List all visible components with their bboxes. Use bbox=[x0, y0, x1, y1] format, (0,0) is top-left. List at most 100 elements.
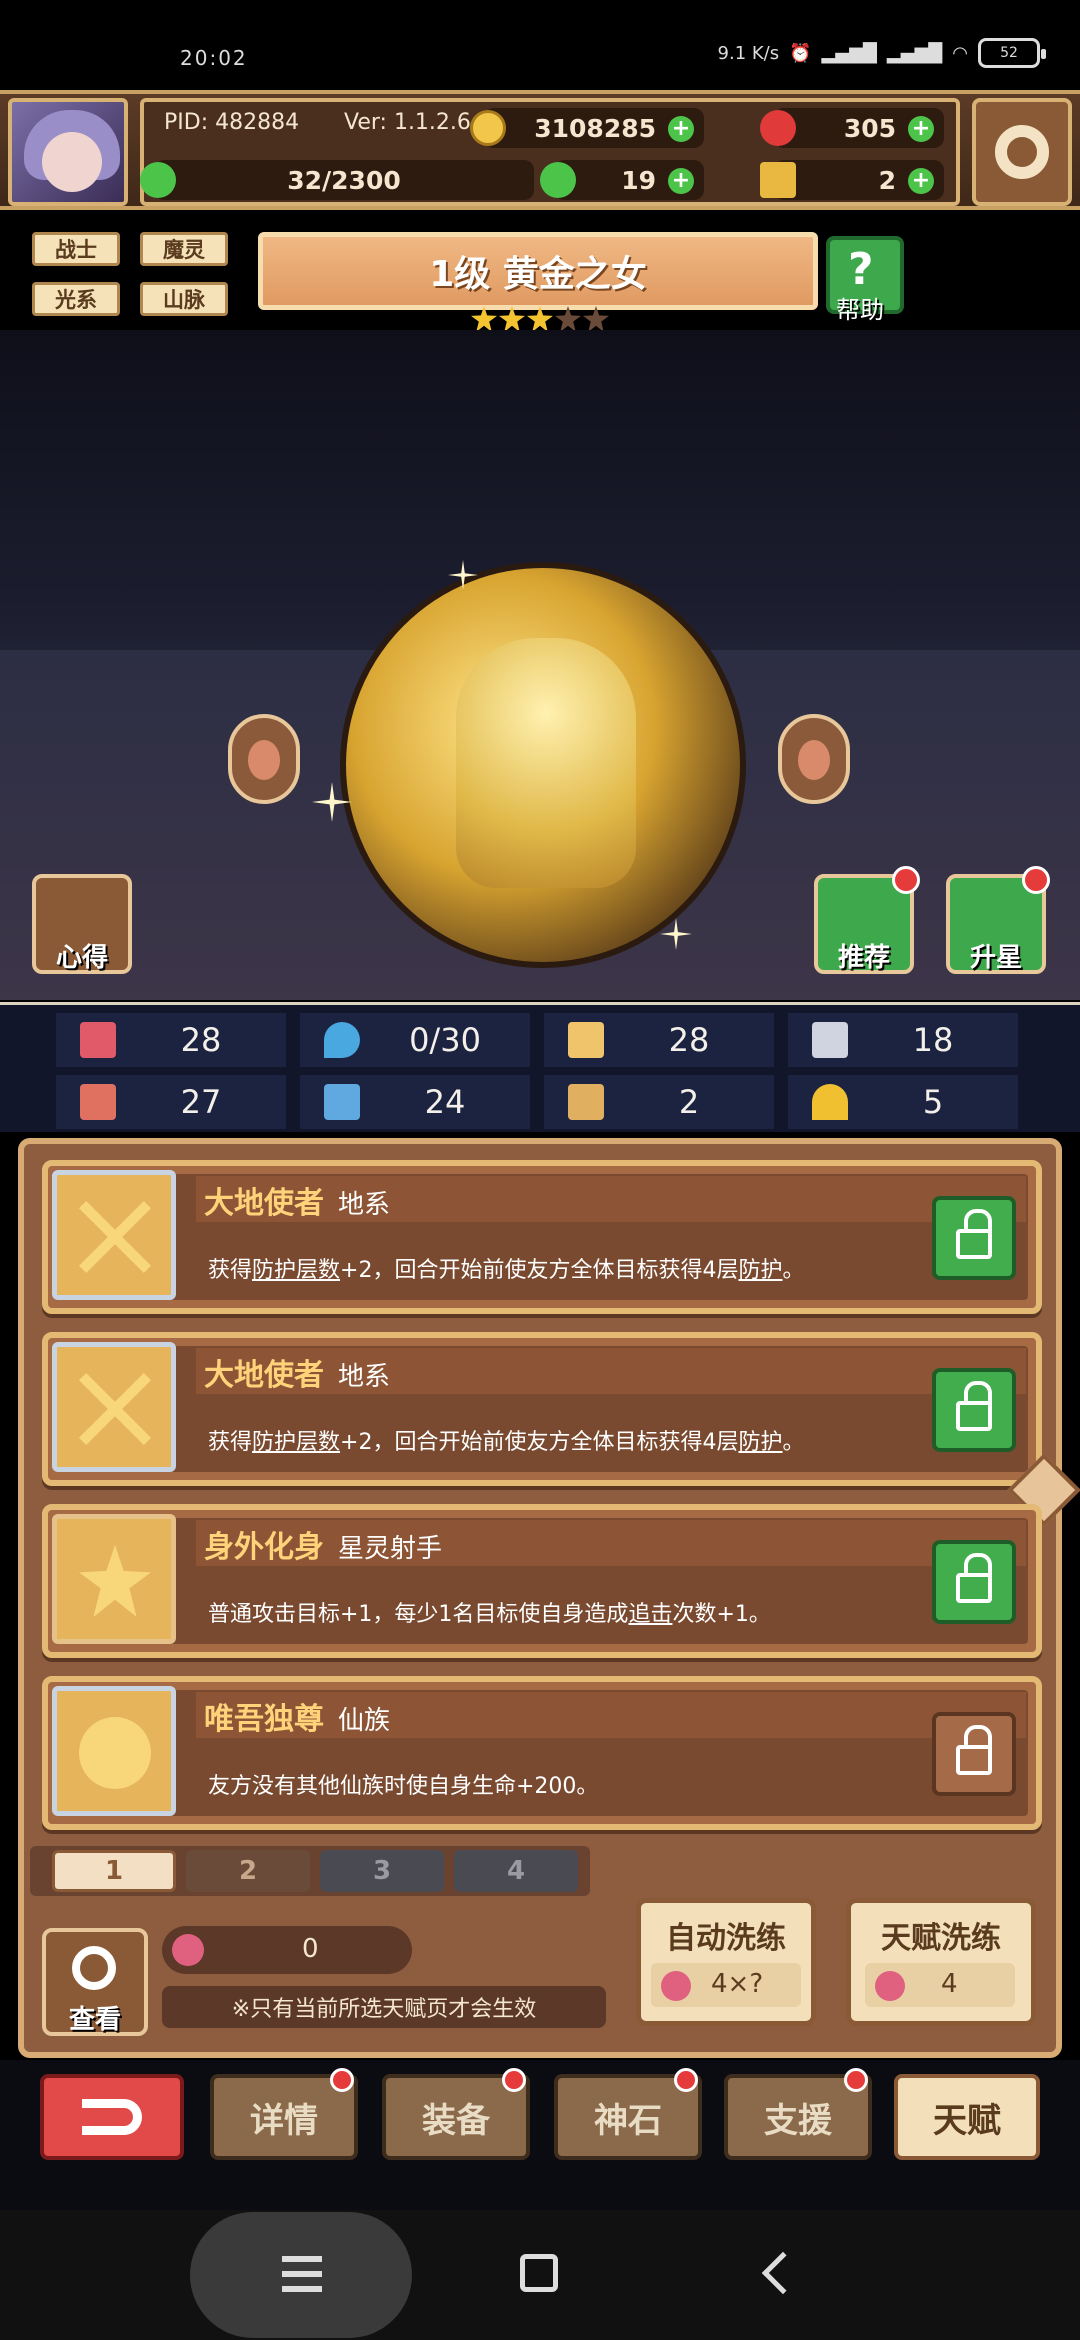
auto-refine-button[interactable]: 自动洗练 4×? bbox=[636, 1898, 816, 2026]
left-arrow-icon bbox=[248, 740, 280, 780]
lock-icon bbox=[956, 1553, 992, 1603]
settings-button[interactable] bbox=[972, 98, 1072, 206]
notification-dot bbox=[330, 2068, 354, 2092]
view-button[interactable]: 查看 bbox=[42, 1928, 148, 2036]
energy-bar: 32/2300 bbox=[140, 160, 534, 200]
gear-icon bbox=[995, 125, 1049, 179]
tag-class: 战士 bbox=[32, 232, 120, 266]
next-hero-button[interactable] bbox=[778, 714, 850, 804]
talent-card: 唯吾独尊 仙族 友方没有其他仙族时使自身生命+200。 bbox=[42, 1676, 1042, 1830]
lock-button[interactable] bbox=[932, 1368, 1016, 1452]
back-button[interactable] bbox=[40, 2074, 184, 2160]
nav-talent[interactable]: 天赋 bbox=[894, 2074, 1040, 2160]
key-icon bbox=[760, 162, 796, 198]
card-icon bbox=[568, 1084, 604, 1120]
tab-page-1[interactable]: 1 bbox=[52, 1850, 176, 1892]
signal-icon: ▂▄▆█ bbox=[821, 42, 877, 64]
star-empty-icon bbox=[583, 306, 609, 332]
star-filled-icon bbox=[527, 306, 553, 332]
potion-icon bbox=[661, 1971, 691, 2001]
status-icons: 9.1 K/s ⏰ ▂▄▆█ ▂▄▆█ ◠ 52 bbox=[717, 38, 1046, 68]
talent-name: 唯吾独尊 仙族 bbox=[204, 1702, 391, 1737]
menu-button[interactable] bbox=[190, 2212, 412, 2338]
magnifier-icon bbox=[72, 1946, 116, 1990]
drop-icon bbox=[324, 1022, 360, 1058]
key-counter: 2 + bbox=[760, 160, 944, 200]
tab-page-4[interactable]: 4 bbox=[454, 1850, 578, 1892]
notes-button[interactable]: 心得 bbox=[32, 874, 132, 974]
add-gem-button[interactable]: + bbox=[908, 116, 934, 142]
menu-icon bbox=[282, 2256, 322, 2292]
lock-icon bbox=[956, 1381, 992, 1431]
return-arrow-icon bbox=[82, 2099, 142, 2135]
unlock-icon bbox=[956, 1725, 992, 1775]
wing-icon bbox=[812, 1022, 848, 1058]
wifi-icon: ◠ bbox=[952, 42, 968, 64]
player-id: PID: 482884 bbox=[164, 110, 300, 135]
clover-counter: 19 + bbox=[540, 160, 704, 200]
notification-dot bbox=[1022, 866, 1050, 894]
horseshoe-icon bbox=[812, 1084, 848, 1120]
talent-description: 友方没有其他仙族时使自身生命+200。 bbox=[208, 1774, 599, 1799]
tag-element: 光系 bbox=[32, 282, 120, 316]
talent-name: 大地使者 地系 bbox=[204, 1186, 391, 1221]
right-arrow-icon bbox=[798, 740, 830, 780]
hero-portrait bbox=[340, 562, 746, 968]
book-icon bbox=[324, 1084, 360, 1120]
version-text: Ver: 1.1.2.6 bbox=[344, 110, 471, 135]
add-clover-button[interactable]: + bbox=[668, 168, 694, 194]
net-speed: 9.1 K/s bbox=[717, 42, 780, 64]
gem-counter: 305 + bbox=[760, 108, 944, 148]
hint-text: ※只有当前所选天赋页才会生效 bbox=[162, 1986, 606, 2028]
clover-token-icon bbox=[540, 162, 576, 198]
unlock-button[interactable] bbox=[932, 1712, 1016, 1796]
tag-race: 魔灵 bbox=[140, 232, 228, 266]
talent-card: 大地使者 地系 获得防护层数+2，回合开始前使友方全体目标获得4层防护。 bbox=[42, 1332, 1042, 1486]
talent-refine-button[interactable]: 天赋洗练 4 bbox=[846, 1898, 1036, 2026]
notification-dot bbox=[502, 2068, 526, 2092]
talent-card: 大地使者 地系 获得防护层数+2，回合开始前使友方全体目标获得4层防护。 bbox=[42, 1160, 1042, 1314]
potion-counter: 0 bbox=[162, 1926, 412, 1974]
player-info: PID: 482884 Ver: 1.1.2.6 3108285 + 305 + 3… bbox=[140, 98, 960, 206]
stats-panel: 28 0/30 28 18 27 24 2 5 bbox=[0, 1002, 1080, 1132]
star-filled-icon bbox=[471, 306, 497, 332]
add-gold-button[interactable]: + bbox=[668, 116, 694, 142]
talent-icon-sun bbox=[52, 1686, 176, 1816]
stat-hp: 28 bbox=[56, 1013, 286, 1067]
stat-attack: 27 bbox=[56, 1075, 286, 1129]
help-label: 帮助 bbox=[836, 296, 884, 324]
talent-icon-star bbox=[52, 1514, 176, 1644]
lock-button[interactable] bbox=[932, 1540, 1016, 1624]
clock: 20:02 bbox=[180, 46, 248, 70]
prev-hero-button[interactable] bbox=[228, 714, 300, 804]
hero-title: 1级 黄金之女 bbox=[258, 232, 818, 310]
talent-description: 普通攻击目标+1，每少1名目标使自身造成追击次数+1。 bbox=[208, 1602, 771, 1627]
gold-counter: 3108285 + bbox=[470, 108, 704, 148]
question-icon: ? bbox=[848, 244, 874, 295]
stat-cards: 2 bbox=[544, 1075, 774, 1129]
stat-magic: 24 bbox=[300, 1075, 530, 1129]
heart-icon bbox=[80, 1022, 116, 1058]
tag-terrain: 山脉 bbox=[140, 282, 228, 316]
potion-icon bbox=[875, 1971, 905, 2001]
talent-description: 获得防护层数+2，回合开始前使友方全体目标获得4层防护。 bbox=[208, 1430, 805, 1455]
back-nav-button[interactable] bbox=[761, 2251, 805, 2295]
add-key-button[interactable]: + bbox=[908, 168, 934, 194]
shield-icon bbox=[568, 1022, 604, 1058]
gold-coin-icon bbox=[470, 110, 506, 146]
tab-page-3[interactable]: 3 bbox=[320, 1850, 444, 1892]
lock-icon bbox=[956, 1209, 992, 1259]
notification-dot bbox=[892, 866, 920, 894]
talent-icon-cross bbox=[52, 1170, 176, 1300]
stat-luck: 5 bbox=[788, 1075, 1018, 1129]
clover-icon bbox=[140, 162, 176, 198]
potion-icon bbox=[172, 1934, 204, 1966]
star-empty-icon bbox=[555, 306, 581, 332]
stat-mana: 0/30 bbox=[300, 1013, 530, 1067]
lock-button[interactable] bbox=[932, 1196, 1016, 1280]
avatar[interactable] bbox=[8, 98, 128, 206]
talent-icon-cross bbox=[52, 1342, 176, 1472]
home-button[interactable] bbox=[520, 2254, 558, 2292]
alarm-icon: ⏰ bbox=[789, 42, 812, 64]
tab-page-2[interactable]: 2 bbox=[186, 1850, 310, 1892]
